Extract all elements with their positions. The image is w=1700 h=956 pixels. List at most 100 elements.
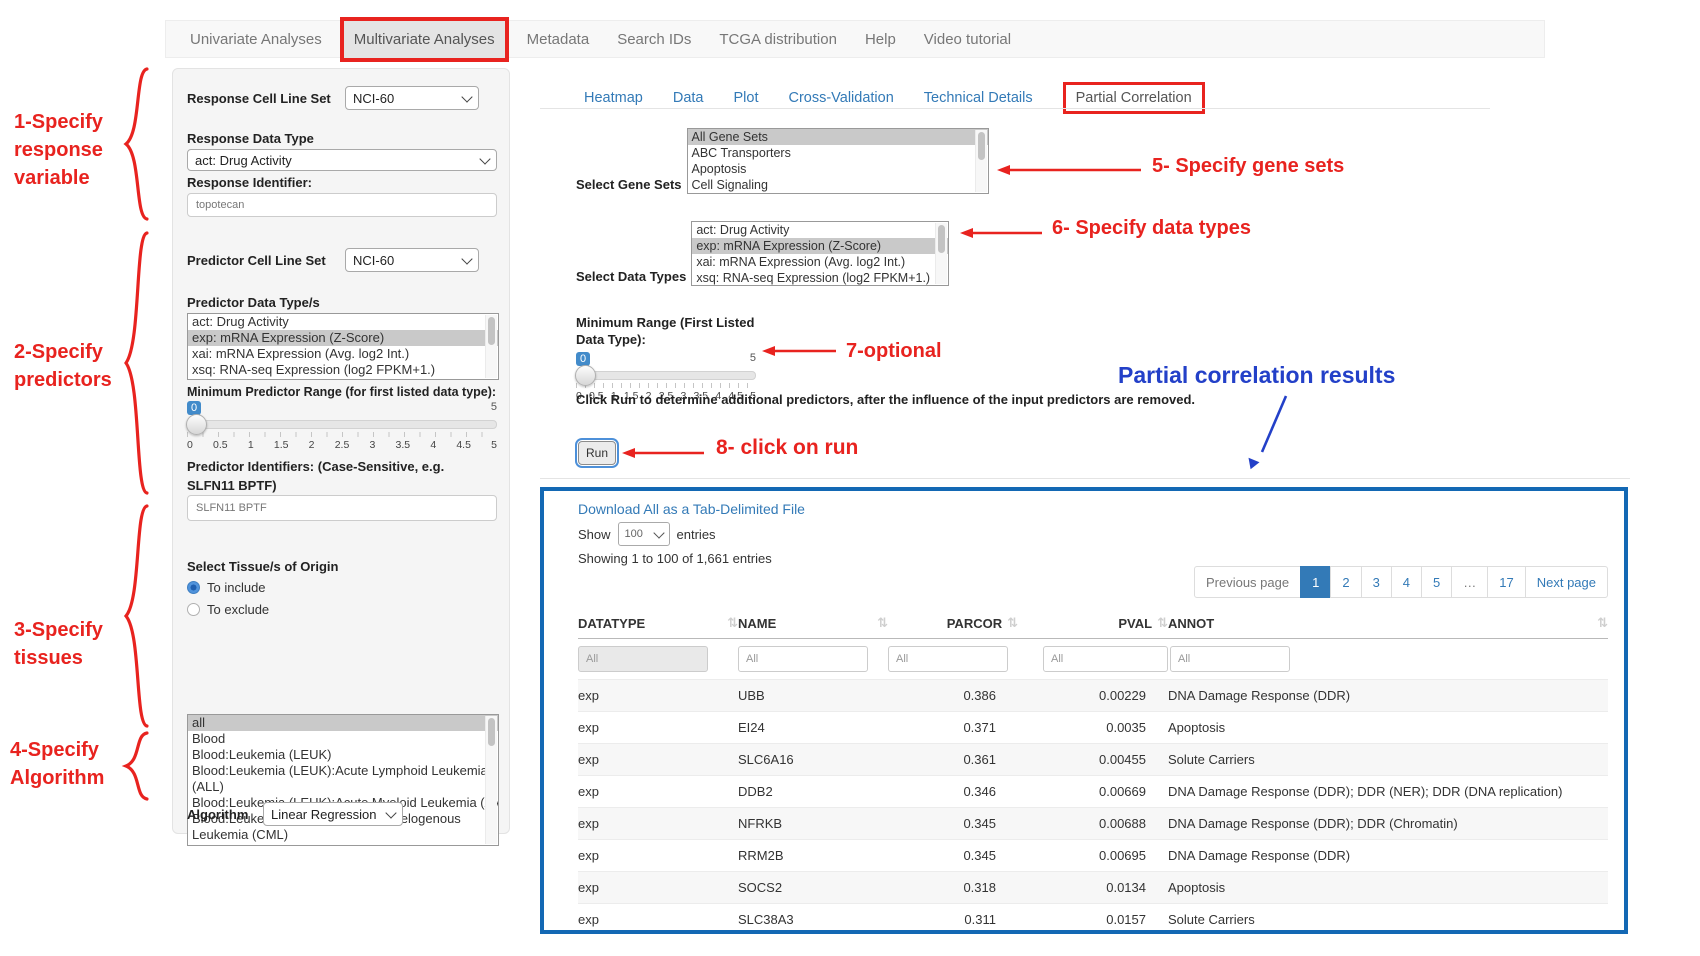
sort-icon[interactable]: ⇅ bbox=[1157, 616, 1168, 631]
cell-parcor: 0.345 bbox=[888, 848, 1018, 863]
page-button-2[interactable]: 2 bbox=[1330, 566, 1361, 598]
page-button-1[interactable]: 1 bbox=[1300, 566, 1331, 598]
data-types-listbox[interactable]: act: Drug Activity exp: mRNA Expression … bbox=[691, 221, 949, 286]
listbox-option-selected[interactable]: all bbox=[188, 715, 498, 731]
page-length-select[interactable]: 100 bbox=[618, 522, 670, 546]
tab-partial-correlation[interactable]: Partial Correlation bbox=[1063, 82, 1205, 114]
tab-data[interactable]: Data bbox=[673, 90, 704, 106]
response-cell-line-set-select[interactable]: NCI-60 bbox=[345, 86, 479, 110]
column-header-name[interactable]: NAME⇅ bbox=[738, 616, 888, 631]
listbox-option[interactable]: xsq: RNA-seq Expression (log2 FPKM+1.) bbox=[692, 270, 948, 286]
slider-handle[interactable] bbox=[575, 365, 596, 386]
listbox-option[interactable]: act: Drug Activity bbox=[188, 314, 498, 330]
sort-icon[interactable]: ⇅ bbox=[877, 616, 888, 631]
to-include-radio[interactable] bbox=[187, 581, 200, 594]
slider-track[interactable] bbox=[187, 420, 497, 429]
download-link[interactable]: Download All as a Tab-Delimited File bbox=[578, 501, 805, 517]
listbox-option[interactable]: Apoptosis bbox=[688, 161, 988, 177]
to-exclude-option[interactable]: To exclude bbox=[187, 602, 269, 617]
listbox-option[interactable]: ABC Transporters bbox=[688, 145, 988, 161]
listbox-option-selected[interactable]: exp: mRNA Expression (Z-Score) bbox=[692, 238, 948, 254]
listbox-option[interactable]: act: Drug Activity bbox=[692, 222, 948, 238]
tissue-listbox[interactable]: all Blood Blood:Leukemia (LEUK) Blood:Le… bbox=[187, 714, 499, 846]
scrollbar-thumb[interactable] bbox=[488, 317, 495, 345]
column-header-pval[interactable]: PVAL⇅ bbox=[1018, 616, 1168, 631]
scrollbar-thumb[interactable] bbox=[488, 718, 495, 746]
sort-icon[interactable]: ⇅ bbox=[727, 616, 738, 631]
listbox-option[interactable]: Cell Signaling bbox=[688, 177, 988, 193]
column-header-parcor[interactable]: PARCOR⇅ bbox=[888, 616, 1018, 631]
filter-input-name[interactable] bbox=[738, 646, 868, 672]
slider-tick-labels: 00.511.522.533.544.55 bbox=[187, 439, 497, 451]
tick-label: 4 bbox=[430, 439, 436, 451]
to-include-option[interactable]: To include bbox=[187, 580, 266, 595]
listbox-option[interactable]: xai: mRNA Expression (Avg. log2 Int.) bbox=[188, 346, 498, 362]
scrollbar-thumb[interactable] bbox=[938, 225, 945, 253]
tab-plot[interactable]: Plot bbox=[733, 90, 758, 106]
listbox-option[interactable]: Blood bbox=[188, 731, 498, 747]
gene-sets-listbox[interactable]: All Gene Sets ABC Transporters Apoptosis… bbox=[687, 128, 989, 194]
scrollbar[interactable] bbox=[485, 315, 497, 378]
page-ellipsis: … bbox=[1451, 566, 1488, 598]
page-button-5[interactable]: 5 bbox=[1421, 566, 1452, 598]
scrollbar[interactable] bbox=[935, 223, 947, 284]
slider-handle[interactable] bbox=[186, 414, 207, 435]
scrollbar-thumb[interactable] bbox=[978, 132, 985, 160]
scrollbar[interactable] bbox=[975, 130, 987, 192]
listbox-option[interactable]: xai: mRNA Expression (Avg. log2 Int.) bbox=[692, 254, 948, 270]
column-header-datatype[interactable]: DATATYPE⇅ bbox=[578, 616, 738, 631]
page-button-3[interactable]: 3 bbox=[1361, 566, 1392, 598]
response-data-type-select[interactable]: act: Drug Activity bbox=[187, 149, 497, 171]
cell-name: DDB2 bbox=[738, 784, 888, 799]
to-exclude-radio[interactable] bbox=[187, 603, 200, 616]
nav-help[interactable]: Help bbox=[851, 31, 910, 48]
tick-label: 4.5 bbox=[456, 439, 471, 451]
listbox-option[interactable]: Blood:Leukemia (LEUK) bbox=[188, 747, 498, 763]
cell-datatype: exp bbox=[578, 752, 738, 767]
filter-input-pval[interactable] bbox=[1043, 646, 1168, 672]
sort-icon[interactable]: ⇅ bbox=[1007, 616, 1018, 631]
tick-label: 0.5 bbox=[213, 439, 228, 451]
scrollbar[interactable] bbox=[485, 716, 497, 844]
nav-univariate-analyses[interactable]: Univariate Analyses bbox=[176, 31, 336, 48]
column-header-annot[interactable]: ANNOT⇅ bbox=[1168, 616, 1608, 631]
slider-value-badge: 0 bbox=[187, 401, 201, 415]
slider-track[interactable] bbox=[576, 371, 756, 380]
cell-parcor: 0.386 bbox=[888, 688, 1018, 703]
filter-input-parcor[interactable] bbox=[888, 646, 1008, 672]
top-navbar: Univariate Analyses Multivariate Analyse… bbox=[165, 20, 1545, 58]
listbox-option[interactable]: xsq: RNA-seq Expression (log2 FPKM+1.) bbox=[188, 362, 498, 378]
nav-metadata[interactable]: Metadata bbox=[513, 31, 604, 48]
predictor-cell-line-set-select[interactable]: NCI-60 bbox=[345, 248, 479, 272]
cell-pval: 0.0157 bbox=[1018, 912, 1168, 927]
algorithm-select[interactable]: Linear Regression bbox=[263, 802, 403, 826]
listbox-option[interactable]: Blood:Leukemia (LEUK):Acute Lymphoid Leu… bbox=[188, 763, 498, 795]
previous-page-button[interactable]: Previous page bbox=[1194, 566, 1301, 598]
sort-icon[interactable]: ⇅ bbox=[1597, 616, 1608, 631]
next-page-button[interactable]: Next page bbox=[1525, 566, 1608, 598]
nav-video-tutorial[interactable]: Video tutorial bbox=[910, 31, 1025, 48]
predictor-data-types-listbox[interactable]: act: Drug Activity exp: mRNA Expression … bbox=[187, 313, 499, 380]
tab-technical-details[interactable]: Technical Details bbox=[924, 90, 1033, 106]
nav-tcga-distribution[interactable]: TCGA distribution bbox=[705, 31, 851, 48]
filter-input-annot[interactable] bbox=[1170, 646, 1290, 672]
listbox-option-selected[interactable]: All Gene Sets bbox=[688, 129, 988, 145]
response-identifier-input[interactable] bbox=[187, 193, 497, 217]
brace-tissues-section bbox=[120, 503, 154, 729]
min-predictor-range-slider[interactable]: 0 5 00.511.522.533.544.55 bbox=[187, 401, 497, 451]
page-button-17[interactable]: 17 bbox=[1487, 566, 1525, 598]
listbox-option-selected[interactable]: exp: mRNA Expression (Z-Score) bbox=[188, 330, 498, 346]
show-entries-control: Show 100 entries bbox=[578, 522, 716, 546]
predictor-identifiers-label: Predictor Identifiers: (Case-Sensitive, … bbox=[187, 457, 487, 495]
tab-cross-validation[interactable]: Cross-Validation bbox=[788, 90, 893, 106]
page-button-4[interactable]: 4 bbox=[1391, 566, 1422, 598]
partial-correlation-results-panel: Download All as a Tab-Delimited File Sho… bbox=[540, 487, 1628, 934]
algorithm-value: Linear Regression bbox=[271, 807, 377, 822]
tab-heatmap[interactable]: Heatmap bbox=[584, 90, 643, 106]
data-types-field: Select Data Types act: Drug Activity exp… bbox=[576, 221, 949, 286]
predictor-identifiers-input[interactable] bbox=[187, 495, 497, 521]
run-button[interactable]: Run bbox=[578, 441, 616, 465]
nav-search-ids[interactable]: Search IDs bbox=[603, 31, 705, 48]
filter-input-datatype[interactable] bbox=[578, 646, 708, 672]
nav-multivariate-analyses[interactable]: Multivariate Analyses bbox=[340, 17, 509, 62]
